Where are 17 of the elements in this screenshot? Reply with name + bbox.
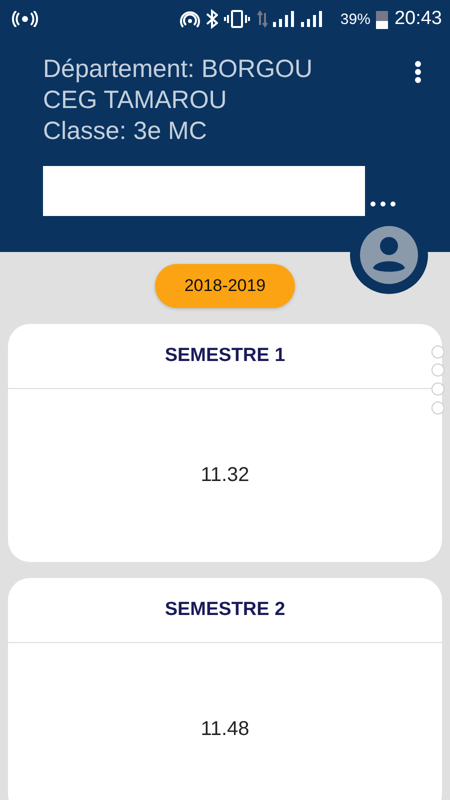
more-options-icon[interactable]: [414, 60, 422, 84]
battery-icon: [376, 9, 388, 29]
header-info-line: Classe: 3e MC: [43, 116, 207, 147]
vibrate-icon: [224, 9, 250, 29]
bluetooth-icon: [206, 9, 218, 29]
header-info-line: CEG TAMAROU: [43, 85, 227, 116]
clock: 20:43: [394, 8, 442, 30]
wifi-tethering-icon: [180, 9, 200, 29]
hotspot-icon: [12, 11, 38, 27]
battery-percent: 39%: [340, 10, 370, 28]
semester-title: SEMESTRE 1: [164, 345, 286, 367]
header-info-line: Département: BORGOU: [43, 54, 313, 85]
semester-average: 11.48: [200, 718, 250, 741]
ellipsis-icon: [370, 201, 396, 207]
semester-average: 11.32: [200, 464, 250, 487]
school-year-badge[interactable]: 2018-2019: [155, 264, 295, 308]
semester-title: SEMESTRE 2: [164, 599, 286, 621]
